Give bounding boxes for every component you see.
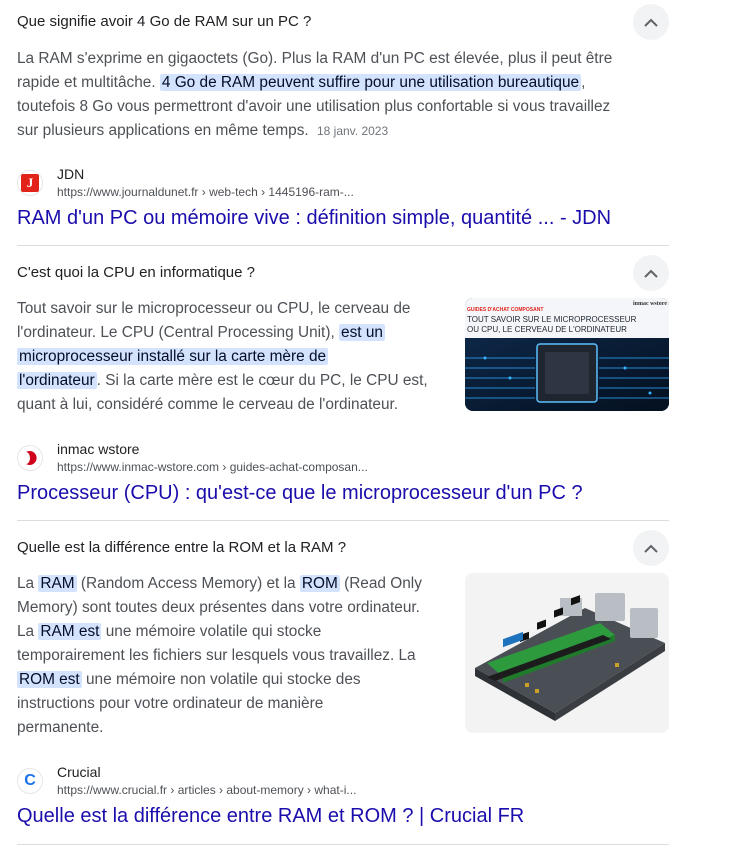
answer-highlight: ROM est — [17, 671, 82, 688]
answer-highlight: est un — [339, 324, 385, 341]
answer-text: une mémoire volatile qui stocke — [105, 623, 322, 640]
faq-question: Que signifie avoir 4 Go de RAM sur un PC… — [17, 13, 312, 30]
faq-question-row[interactable]: Que signifie avoir 4 Go de RAM sur un PC… — [17, 4, 669, 40]
answer-line: toutefois 8 Go vous permettront d'avoir … — [17, 98, 611, 115]
divider — [17, 245, 669, 246]
source-url: https://www.journaldunet.fr › web-tech ›… — [57, 185, 354, 199]
thumb-caption-2: OU CPU, LE CERVEAU DE L'ORDINATEUR — [467, 325, 627, 334]
faq-question: C'est quoi la CPU en informatique ? — [17, 264, 255, 281]
answer-highlight: microprocesseur installé sur la carte mè… — [17, 348, 329, 365]
jdn-favicon: J — [17, 170, 43, 196]
chevron-up-icon — [644, 269, 658, 278]
source-info[interactable]: C Crucial https://www.crucial.fr › artic… — [17, 762, 669, 798]
answer-text: . Si la carte mère est le cœur du PC, le… — [96, 372, 428, 389]
answer-line: Tout savoir sur le microprocesseur ou CP… — [17, 300, 411, 317]
thumb-tag: GUIDES D'ACHAT COMPOSANT — [467, 307, 544, 313]
answer-text: (Read Only — [344, 575, 422, 592]
ram-module-image — [465, 573, 669, 733]
answer-line: quant à lui, considéré comme le cerveau … — [17, 396, 399, 413]
answer-line: permanente. — [17, 719, 104, 736]
answer-date: 18 janv. 2023 — [316, 124, 389, 138]
answer-text: une mémoire non volatile qui stocke des — [86, 671, 361, 688]
result-title-link[interactable]: RAM d'un PC ou mémoire vive : définition… — [17, 207, 611, 230]
answer-highlight: ROM — [299, 575, 340, 592]
answer-text: rapide et multitâche. — [17, 74, 156, 91]
result-title-link[interactable]: Processeur (CPU) : qu'est-ce que le micr… — [17, 482, 583, 505]
ram-thumbnail[interactable] — [465, 573, 669, 733]
faq-item-3: Quelle est la différence entre la ROM et… — [17, 530, 669, 830]
thumb-brand: inmac wstore — [632, 301, 667, 307]
faq-question: Quelle est la différence entre la ROM et… — [17, 539, 347, 556]
divider — [17, 520, 669, 521]
answer-line: La RAM est une mémoire volatile qui stoc… — [17, 620, 457, 644]
divider — [17, 844, 669, 845]
crucial-logo-icon: C — [24, 772, 36, 789]
answer-text: La — [17, 623, 35, 640]
source-info[interactable]: J JDN https://www.journaldunet.fr › web-… — [17, 164, 669, 200]
favicon-letter: J — [26, 175, 34, 190]
result-title-link[interactable]: Quelle est la différence entre RAM et RO… — [17, 805, 524, 828]
faq-answer: Tout savoir sur le microprocesseur ou CP… — [17, 297, 457, 417]
cpu-thumbnail[interactable]: GUIDES D'ACHAT COMPOSANT inmac wstore TO… — [465, 298, 669, 411]
answer-highlight: RAM — [38, 575, 77, 592]
answer-line: La RAM (Random Access Memory) et la ROM … — [17, 572, 457, 596]
faq-answer: La RAM (Random Access Memory) et la ROM … — [17, 572, 457, 740]
answer-line: La RAM s'exprime en gigaoctets (Go). Plu… — [17, 50, 613, 67]
answer-text: l'ordinateur. Le CPU (Central Processing… — [17, 324, 335, 341]
faq-item-1: Que signifie avoir 4 Go de RAM sur un PC… — [17, 4, 669, 244]
collapse-button[interactable] — [633, 530, 669, 566]
source-url: https://www.inmac-wstore.com › guides-ac… — [57, 460, 368, 474]
source-info[interactable]: inmac wstore https://www.inmac-wstore.co… — [17, 439, 669, 475]
faq-answer: La RAM s'exprime en gigaoctets (Go). Plu… — [17, 47, 669, 143]
collapse-button[interactable] — [633, 255, 669, 291]
answer-text: (Random Access Memory) et la — [80, 575, 296, 592]
answer-line: ROM est une mémoire non volatile qui sto… — [17, 668, 457, 692]
answer-line: sur plusieurs applications en même temps… — [17, 119, 669, 143]
answer-line: microprocesseur installé sur la carte mè… — [17, 345, 457, 369]
faq-question-row[interactable]: Quelle est la différence entre la ROM et… — [17, 530, 669, 566]
chevron-up-icon — [644, 544, 658, 553]
answer-highlight: l'ordinateur — [17, 372, 97, 389]
source-url: https://www.crucial.fr › articles › abou… — [57, 783, 357, 797]
answer-text: La — [17, 575, 35, 592]
crucial-favicon: C — [17, 768, 43, 794]
source-name: inmac wstore — [57, 441, 140, 457]
answer-line: l'ordinateur. Le CPU (Central Processing… — [17, 321, 457, 345]
answer-text: , — [581, 74, 586, 91]
answer-line: temporairement les fichiers sur lesquels… — [17, 647, 416, 664]
answer-text: sur plusieurs applications en même temps… — [17, 122, 309, 139]
answer-highlight: RAM est — [38, 623, 102, 640]
collapse-button[interactable] — [633, 4, 669, 40]
inmac-logo-icon — [26, 451, 37, 465]
jdn-logo-icon: J — [21, 174, 39, 192]
thumb-caption-1: TOUT SAVOIR SUR LE MICROPROCESSEUR — [467, 315, 637, 324]
answer-highlight: 4 Go de RAM peuvent suffire pour une uti… — [159, 74, 582, 91]
faq-question-row[interactable]: C'est quoi la CPU en informatique ? — [17, 255, 669, 291]
source-name: Crucial — [57, 764, 101, 780]
answer-line: Memory) sont toutes deux présentes dans … — [17, 599, 420, 616]
inmac-favicon — [17, 445, 43, 471]
chevron-up-icon — [644, 18, 658, 27]
answer-line: l'ordinateur. Si la carte mère est le cœ… — [17, 369, 457, 393]
faq-item-2: C'est quoi la CPU en informatique ? Tout… — [17, 255, 669, 519]
source-name: JDN — [57, 166, 85, 182]
answer-line: rapide et multitâche. 4 Go de RAM peuven… — [17, 71, 669, 95]
answer-line: instructions pour votre ordinateur de ma… — [17, 695, 324, 712]
